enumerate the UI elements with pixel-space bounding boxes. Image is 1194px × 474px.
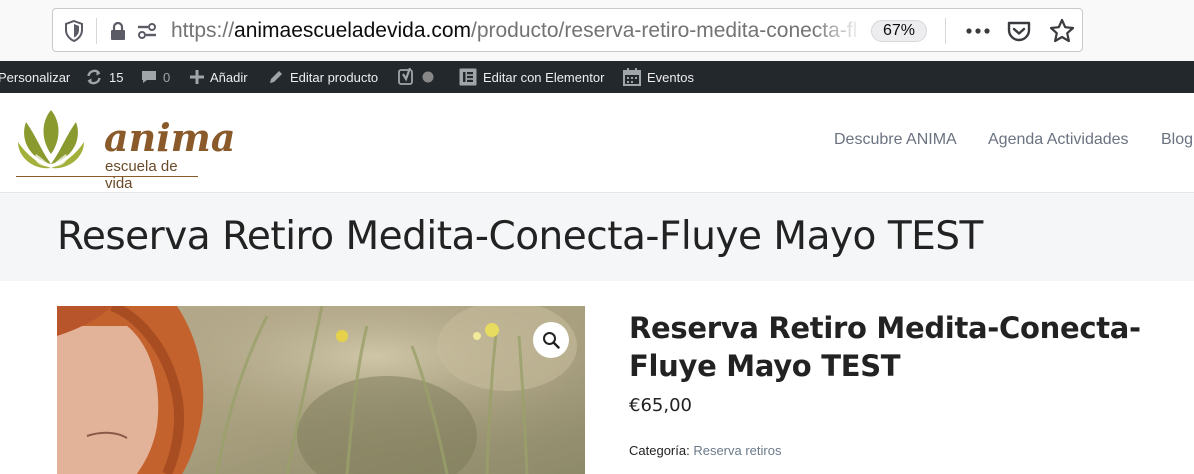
admin-customize-label: Personalizar — [0, 69, 71, 85]
product-content: Reserva Retiro Medita-Conecta-Fluye Mayo… — [0, 281, 1194, 474]
edit-product-label: Editar producto — [290, 69, 379, 85]
admin-updates[interactable]: 15 — [85, 61, 123, 93]
nav-descubre-anima[interactable]: Descubre ANIMA — [834, 131, 957, 149]
product-image[interactable] — [57, 306, 585, 474]
page-title: Reserva Retiro Medita-Conecta-Fluye Mayo… — [57, 214, 983, 259]
url-fade — [813, 15, 863, 47]
updates-count: 15 — [109, 69, 124, 85]
page-actions-menu-icon[interactable] — [963, 17, 993, 45]
url-path: /producto/reserva-retiro-medita-conecta-… — [471, 19, 858, 42]
admin-edit-elementor[interactable]: Editar con Elementor — [459, 61, 604, 93]
image-zoom-button[interactable] — [533, 322, 569, 358]
lotus-logo-icon — [18, 110, 84, 169]
admin-comments[interactable]: 0 — [141, 61, 170, 93]
add-new-label: Añadir — [210, 69, 248, 85]
product-photo — [57, 306, 585, 474]
lock-icon[interactable] — [107, 20, 129, 42]
site-header: anima escuela de vida Descubre ANIMA Age… — [0, 93, 1194, 193]
url-text[interactable]: https://animaescueladevida.com/producto/… — [171, 18, 861, 44]
url-bar[interactable]: https://animaescueladevida.com/producto/… — [52, 8, 1083, 52]
shield-icon[interactable] — [61, 18, 87, 44]
nav-blog[interactable]: Blog — [1161, 131, 1193, 149]
pocket-icon[interactable] — [1006, 18, 1032, 44]
elementor-icon — [459, 68, 477, 86]
yoast-icon — [398, 68, 413, 85]
plus-icon — [190, 70, 204, 84]
zoom-indicator[interactable]: 67% — [871, 20, 927, 42]
product-category: Categoría: Reserva retiros — [629, 443, 781, 458]
page-title-band: Reserva Retiro Medita-Conecta-Fluye Mayo… — [0, 194, 1194, 281]
edit-elementor-label: Editar con Elementor — [483, 69, 605, 85]
url-scheme: https:// — [171, 19, 235, 42]
calendar-icon — [623, 68, 641, 86]
url-separator — [96, 18, 97, 44]
url-domain: animaescueladevida.com — [234, 19, 471, 42]
comments-icon — [142, 71, 156, 83]
pencil-icon — [270, 71, 282, 83]
product-title: Reserva Retiro Medita-Conecta-Fluye Mayo… — [629, 311, 1141, 383]
updates-icon — [87, 69, 101, 85]
admin-edit-product[interactable]: Editar producto — [268, 61, 378, 93]
magnifier-icon — [543, 332, 560, 349]
category-link[interactable]: Reserva retiros — [693, 443, 781, 458]
nav-agenda-actividades[interactable]: Agenda Actividades — [988, 131, 1129, 149]
product-price: €65,00 — [629, 395, 692, 416]
bookmark-star-icon[interactable] — [1048, 17, 1076, 45]
logo-underline — [16, 176, 198, 177]
logo-tagline: escuela de vida — [105, 158, 178, 192]
toolbar-separator — [945, 18, 946, 44]
logo-wordmark: anima — [104, 115, 236, 160]
admin-events[interactable]: Eventos — [623, 61, 694, 93]
browser-toolbar: https://animaescueladevida.com/producto/… — [0, 0, 1194, 61]
events-label: Eventos — [647, 69, 694, 85]
admin-yoast[interactable] — [398, 61, 440, 93]
site-logo[interactable]: anima escuela de vida — [16, 108, 236, 192]
admin-customize[interactable]: Personalizar — [0, 61, 70, 93]
admin-add-new[interactable]: Añadir — [190, 61, 248, 93]
permissions-icon[interactable] — [135, 20, 159, 42]
category-label: Categoría: — [629, 443, 690, 458]
seo-status-icon — [422, 71, 434, 83]
comments-count: 0 — [163, 69, 171, 85]
wp-admin-bar: Personalizar 15 0 Añadir Editar producto… — [0, 61, 1194, 93]
